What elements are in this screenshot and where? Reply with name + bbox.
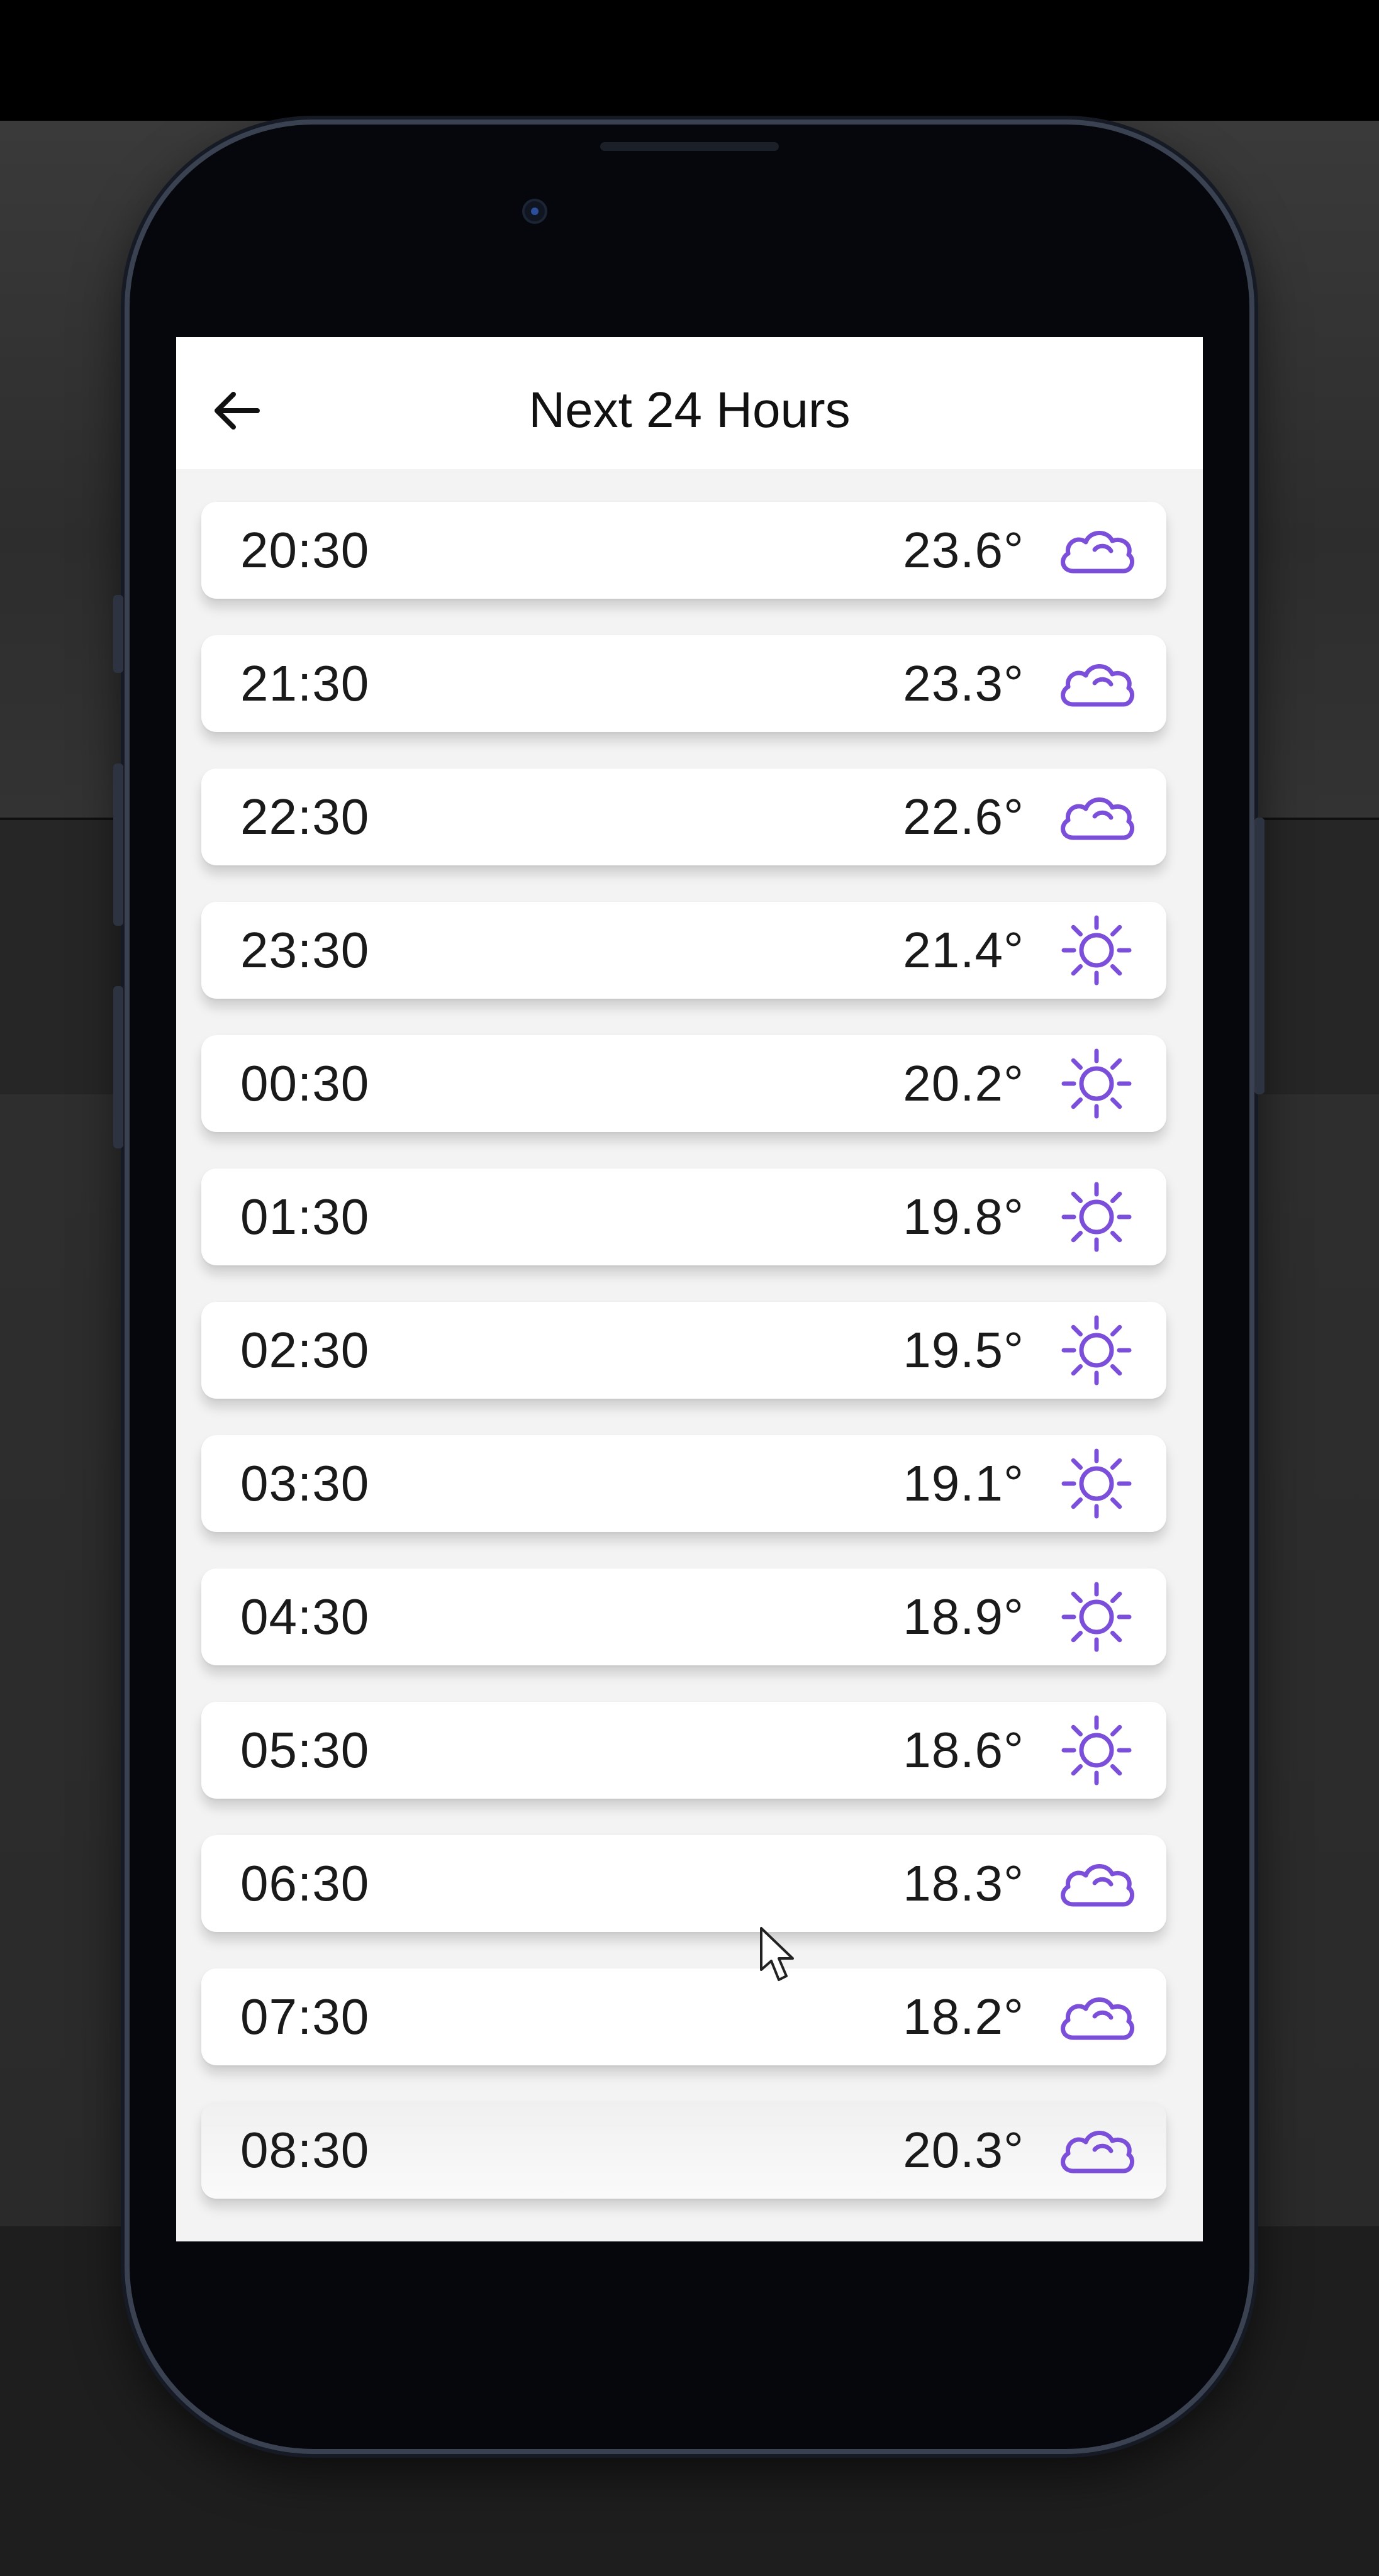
app-bar: Next 24 Hours bbox=[176, 337, 1203, 469]
forecast-row[interactable]: 00:30 20.2° bbox=[201, 1035, 1166, 1132]
mouse-cursor-icon bbox=[760, 1927, 794, 1981]
forecast-temperature: 18.3° bbox=[903, 1855, 1024, 1911]
forecast-temperature: 18.6° bbox=[903, 1722, 1024, 1778]
sun-icon bbox=[1056, 1046, 1137, 1121]
cloud-icon bbox=[1056, 1846, 1137, 1921]
volume-down-button bbox=[113, 986, 123, 1148]
mute-switch bbox=[113, 595, 123, 673]
forecast-time: 08:30 bbox=[240, 2122, 370, 2178]
cloud-icon bbox=[1056, 2113, 1137, 2187]
forecast-temperature: 22.6° bbox=[903, 789, 1024, 845]
forecast-temperature: 23.3° bbox=[903, 655, 1024, 711]
top-black-strip bbox=[0, 0, 1379, 121]
forecast-row[interactable]: 23:30 21.4° bbox=[201, 902, 1166, 999]
earpiece-speaker bbox=[600, 142, 779, 151]
forecast-time: 06:30 bbox=[240, 1855, 370, 1911]
forecast-time: 23:30 bbox=[240, 922, 370, 978]
forecast-time: 05:30 bbox=[240, 1722, 370, 1778]
forecast-temperature: 18.9° bbox=[903, 1589, 1024, 1645]
forecast-time: 07:30 bbox=[240, 1989, 370, 2045]
forecast-row[interactable]: 03:30 19.1° bbox=[201, 1435, 1166, 1532]
forecast-time: 04:30 bbox=[240, 1589, 370, 1645]
forecast-row[interactable]: 20:30 23.6° bbox=[201, 502, 1166, 599]
cloud-icon bbox=[1056, 780, 1137, 854]
forecast-time: 22:30 bbox=[240, 789, 370, 845]
forecast-list: 20:30 23.6° 21:30 23.3° 22:30 22.6° 23:30 21… bbox=[201, 502, 1166, 2235]
sun-icon bbox=[1056, 1446, 1137, 1521]
forecast-temperature: 19.1° bbox=[903, 1455, 1024, 1511]
forecast-time: 21:30 bbox=[240, 655, 370, 711]
forecast-time: 02:30 bbox=[240, 1322, 370, 1378]
sun-icon bbox=[1056, 1580, 1137, 1654]
forecast-time: 01:30 bbox=[240, 1189, 370, 1245]
forecast-row[interactable]: 01:30 19.8° bbox=[201, 1169, 1166, 1265]
forecast-temperature: 18.2° bbox=[903, 1989, 1024, 2045]
forecast-row[interactable]: 07:30 18.2° bbox=[201, 1968, 1166, 2065]
forecast-temperature: 23.6° bbox=[903, 522, 1024, 578]
sun-icon bbox=[1056, 913, 1137, 987]
forecast-temperature: 20.3° bbox=[903, 2122, 1024, 2178]
forecast-row[interactable]: 21:30 23.3° bbox=[201, 635, 1166, 732]
forecast-row[interactable]: 08:30 20.3° bbox=[201, 2102, 1166, 2199]
volume-up-button bbox=[113, 763, 123, 926]
cloud-icon bbox=[1056, 513, 1137, 587]
forecast-row[interactable]: 02:30 19.5° bbox=[201, 1302, 1166, 1399]
cloud-icon bbox=[1056, 647, 1137, 721]
forecast-row[interactable]: 04:30 18.9° bbox=[201, 1568, 1166, 1665]
forecast-time: 00:30 bbox=[240, 1055, 370, 1111]
forecast-time: 03:30 bbox=[240, 1455, 370, 1511]
app-screen: Next 24 Hours 20:30 23.6° 21:30 23.3° 22:3… bbox=[176, 337, 1203, 2241]
forecast-temperature: 19.5° bbox=[903, 1322, 1024, 1378]
sun-icon bbox=[1056, 1313, 1137, 1387]
forecast-row[interactable]: 05:30 18.6° bbox=[201, 1702, 1166, 1799]
power-button bbox=[1254, 818, 1265, 1094]
sun-icon bbox=[1056, 1713, 1137, 1787]
forecast-temperature: 19.8° bbox=[903, 1189, 1024, 1245]
sun-icon bbox=[1056, 1180, 1137, 1254]
page-title: Next 24 Hours bbox=[528, 382, 851, 438]
forecast-row[interactable]: 06:30 18.3° bbox=[201, 1835, 1166, 1932]
forecast-temperature: 20.2° bbox=[903, 1055, 1024, 1111]
forecast-temperature: 21.4° bbox=[903, 922, 1024, 978]
cloud-icon bbox=[1056, 1980, 1137, 2054]
front-camera bbox=[522, 199, 547, 224]
forecast-time: 20:30 bbox=[240, 522, 370, 578]
forecast-row[interactable]: 22:30 22.6° bbox=[201, 769, 1166, 865]
